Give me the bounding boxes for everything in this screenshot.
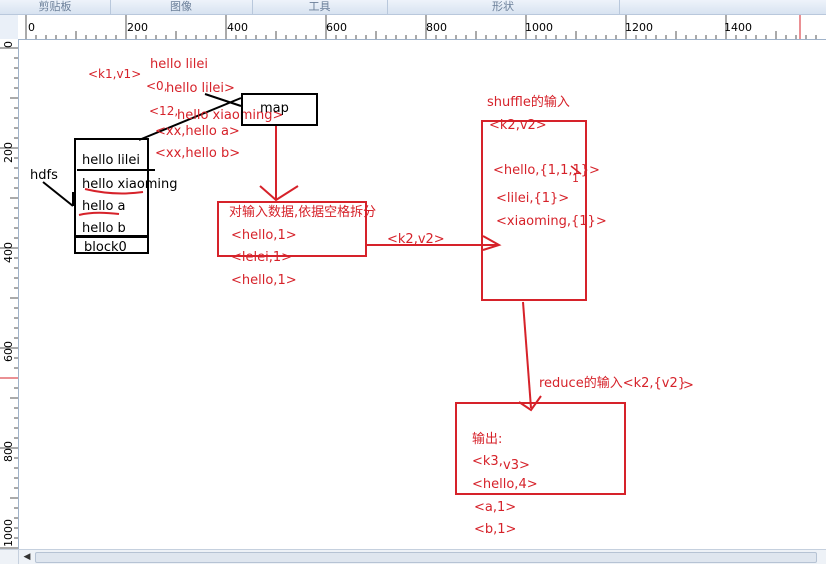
ribbon-group-tools[interactable]: 工具 xyxy=(253,0,386,14)
block-line-2: hello xiaoming xyxy=(82,177,178,192)
ruler-corner xyxy=(0,15,19,40)
v-ruler-label-600: 600 xyxy=(2,341,15,362)
ribbon-group-bar: 剪贴板 图像 工具 形状 xyxy=(0,0,826,15)
map-label: map xyxy=(260,101,289,116)
block-line-3: hello a xyxy=(82,199,126,214)
split-item-1: <hello,1> xyxy=(231,228,297,243)
h-ruler-label-600: 600 xyxy=(326,21,347,34)
v-ruler-label-200: 200 xyxy=(2,142,15,163)
h-ruler-label-0: 0 xyxy=(28,21,35,34)
input-line-1: hello lilei xyxy=(150,57,208,72)
k1v1-label: <k1,v1> xyxy=(88,67,142,81)
split-item-3: <hello,1> xyxy=(231,273,297,288)
shuffle-xiaoming: <xiaoming,{1}> xyxy=(496,214,607,229)
v-ruler-label-1000: 1000 xyxy=(2,519,15,547)
h-ruler-label-400: 400 xyxy=(227,21,248,34)
ribbon-separator xyxy=(619,0,620,14)
paint-canvas[interactable]: hdfs hello lilei hello xiaoming hello a … xyxy=(19,40,826,549)
output-b-1: <b,1> xyxy=(474,522,517,537)
block0-label: block0 xyxy=(84,240,127,255)
scroll-corner xyxy=(0,549,19,564)
horizontal-scroll-thumb[interactable] xyxy=(35,552,817,563)
split-title: 对输入数据,依据空格拆分 xyxy=(229,205,377,220)
output-hello-4: <hello,4> xyxy=(472,477,538,492)
output-a-1: <a,1> xyxy=(474,500,517,515)
h-ruler-label-1400: 1400 xyxy=(724,21,752,34)
record-0-key: <0, xyxy=(146,79,168,93)
hdfs-pointer-line xyxy=(42,181,74,207)
h-ruler-label-1000: 1000 xyxy=(525,21,553,34)
v-ruler-label-400: 400 xyxy=(2,242,15,263)
k2v2-edge-label: <k2,v2> xyxy=(387,232,445,247)
shuffle-hello: <hello,{1,1,1}> xyxy=(493,163,600,178)
shuffle-extra-one: 1 xyxy=(572,172,579,185)
output-title: 输出: xyxy=(472,432,503,447)
map-to-split-arrowhead xyxy=(259,185,299,202)
record-xx-b: <xx,hello b> xyxy=(155,146,241,161)
scroll-left-icon[interactable]: ◀ xyxy=(21,551,33,563)
block-line-4: hello b xyxy=(82,221,126,236)
h-ruler-label-1200: 1200 xyxy=(625,21,653,34)
ribbon-group-clipboard[interactable]: 剪贴板 xyxy=(0,0,110,14)
output-k3: <k3, xyxy=(472,454,503,469)
h-ruler-label-200: 200 xyxy=(127,21,148,34)
shuffle-lilei: <lilei,{1}> xyxy=(496,191,570,206)
shuffle-k2v2: <k2,v2> xyxy=(489,118,547,133)
reduce-input-label: reduce的输入<k2,{v2} xyxy=(539,376,687,391)
output-v3: v3> xyxy=(503,458,530,473)
shuffle-to-reduce-arrow xyxy=(522,301,532,409)
diagram-strokes xyxy=(42,93,582,412)
ribbon-group-image[interactable]: 图像 xyxy=(111,0,251,14)
block-line-1: hello lilei xyxy=(82,153,140,168)
vertical-ruler: 0 200 400 600 800 1000 xyxy=(0,39,19,549)
record-12-key: <12, xyxy=(149,104,179,118)
reduce-input-closing: > xyxy=(683,378,694,393)
shuffle-title: shuffle的输入 xyxy=(487,95,570,110)
horizontal-scrollbar[interactable]: ◀ xyxy=(19,549,826,564)
horizontal-ruler: 0 200 400 600 800 1000 1200 1400 xyxy=(18,15,826,40)
h-ruler-label-800: 800 xyxy=(426,21,447,34)
v-ruler-label-800: 800 xyxy=(2,441,15,462)
v-ruler-label-0: 0 xyxy=(2,41,15,48)
shuffle-box[interactable] xyxy=(481,120,587,301)
record-0-value: hello lilei> xyxy=(166,81,235,96)
split-item-2: <lelei,1> xyxy=(231,250,293,265)
record-xx-a: <xx,hello a> xyxy=(155,124,240,139)
vertical-ruler-ticks xyxy=(0,47,18,549)
hdfs-label: hdfs xyxy=(30,168,58,183)
ribbon-group-shapes[interactable]: 形状 xyxy=(388,0,618,14)
